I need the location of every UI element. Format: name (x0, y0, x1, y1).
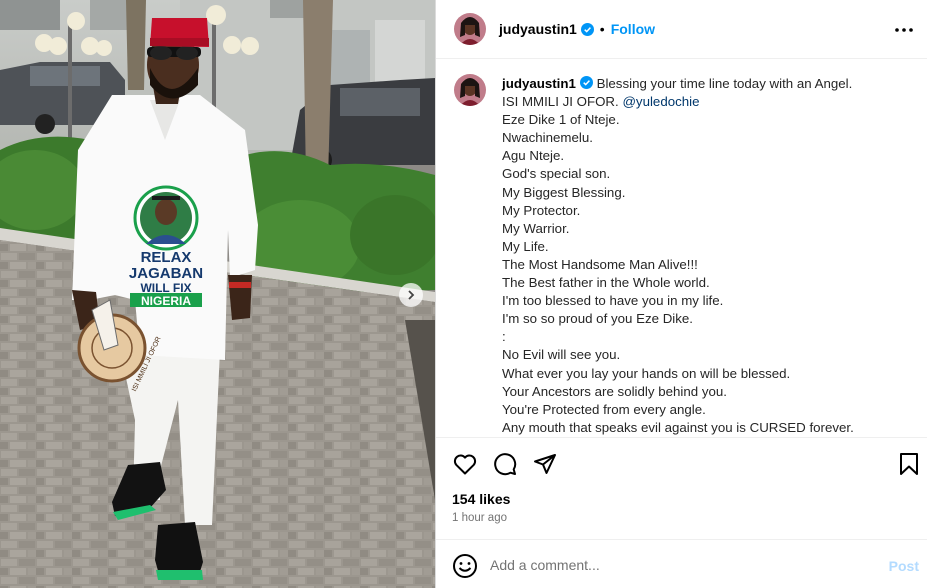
shirt-text-1: RELAX (141, 249, 192, 266)
share-button[interactable] (532, 451, 558, 477)
caption-line: Nwachinemelu. (502, 130, 593, 146)
caption-line: The Most Handsome Man Alive!!! (502, 256, 698, 272)
caption-line: I'm too blessed to have you in my life. (502, 293, 724, 309)
chevron-right-icon (408, 290, 415, 300)
caption-text: judyaustin1 Blessing your time line toda… (502, 75, 910, 437)
separator-dot: • (599, 21, 605, 37)
more-options-icon (895, 28, 913, 32)
likes-count[interactable]: 154 likes (452, 491, 510, 507)
post-timestamp[interactable]: 1 hour ago (452, 512, 507, 524)
post-header: judyaustin1 • Follow (436, 0, 927, 59)
verified-badge-icon (579, 76, 593, 89)
comment-icon (494, 453, 517, 476)
post-photo: RELAX JAGABAN WILL FIX NIGERIA ISI MMILI… (0, 0, 435, 588)
share-icon (534, 454, 556, 474)
caption-line: Agu Nteje. (502, 148, 565, 164)
comment-button[interactable] (492, 451, 518, 477)
caption-line: What ever you lay your hands on will be … (502, 365, 791, 381)
comment-input[interactable] (490, 554, 870, 576)
caption-line: God's special son. (502, 166, 611, 182)
post-detail-panel: judyaustin1 • Follow judyaustin1 Blessin (435, 0, 927, 588)
caption-line: My Warrior. (502, 220, 570, 236)
heart-icon (453, 454, 477, 475)
verified-badge-icon (580, 22, 594, 36)
profile-avatar-image (454, 74, 486, 106)
action-bar (436, 437, 927, 489)
comment-bar: Post (436, 539, 927, 588)
caption-line: The Best father in the Whole world. (502, 275, 710, 291)
username-link[interactable]: judyaustin1 (499, 21, 577, 37)
caption-line: : (502, 329, 506, 345)
caption-username-link[interactable]: judyaustin1 (502, 76, 576, 91)
caption-line: You're Protected from every angle. (502, 401, 706, 417)
shirt-text-4: NIGERIA (141, 294, 191, 308)
caption-section: judyaustin1 Blessing your time line toda… (436, 59, 927, 437)
follow-button[interactable]: Follow (611, 21, 655, 37)
caption-line: My Life. (502, 238, 549, 254)
caption-line: Your Ancestors are solidly behind you. (502, 383, 727, 399)
emoji-icon[interactable] (452, 553, 478, 579)
post-comment-button[interactable]: Post (889, 558, 919, 574)
caption-line: My Protector. (502, 202, 581, 218)
post-media[interactable]: RELAX JAGABAN WILL FIX NIGERIA ISI MMILI… (0, 0, 435, 588)
save-button[interactable] (896, 451, 922, 477)
carousel-next-button[interactable] (399, 283, 423, 307)
bookmark-icon (900, 453, 918, 475)
caption-line: My Biggest Blessing. (502, 184, 626, 200)
caption-avatar[interactable] (454, 74, 486, 106)
mention-link[interactable]: @yuledochie (622, 94, 699, 109)
like-button[interactable] (452, 451, 478, 477)
caption-line: Any mouth that speaks evil against you i… (502, 419, 854, 435)
caption-line: No Evil will see you. (502, 347, 621, 363)
profile-avatar-image (454, 13, 486, 45)
caption-line: I'm so so proud of you Eze Dike. (502, 311, 693, 327)
caption-line: Eze Dike 1 of Nteje. (502, 112, 620, 128)
caption-first-line: Blessing your time line today with an An… (596, 76, 853, 91)
caption-line-2: ISI MMILI JI OFOR. (502, 94, 619, 110)
more-options-button[interactable] (892, 18, 916, 42)
shirt-text-2: JAGABAN (129, 265, 203, 282)
shirt-text-3: WILL FIX (140, 281, 191, 295)
avatar[interactable] (454, 13, 486, 45)
